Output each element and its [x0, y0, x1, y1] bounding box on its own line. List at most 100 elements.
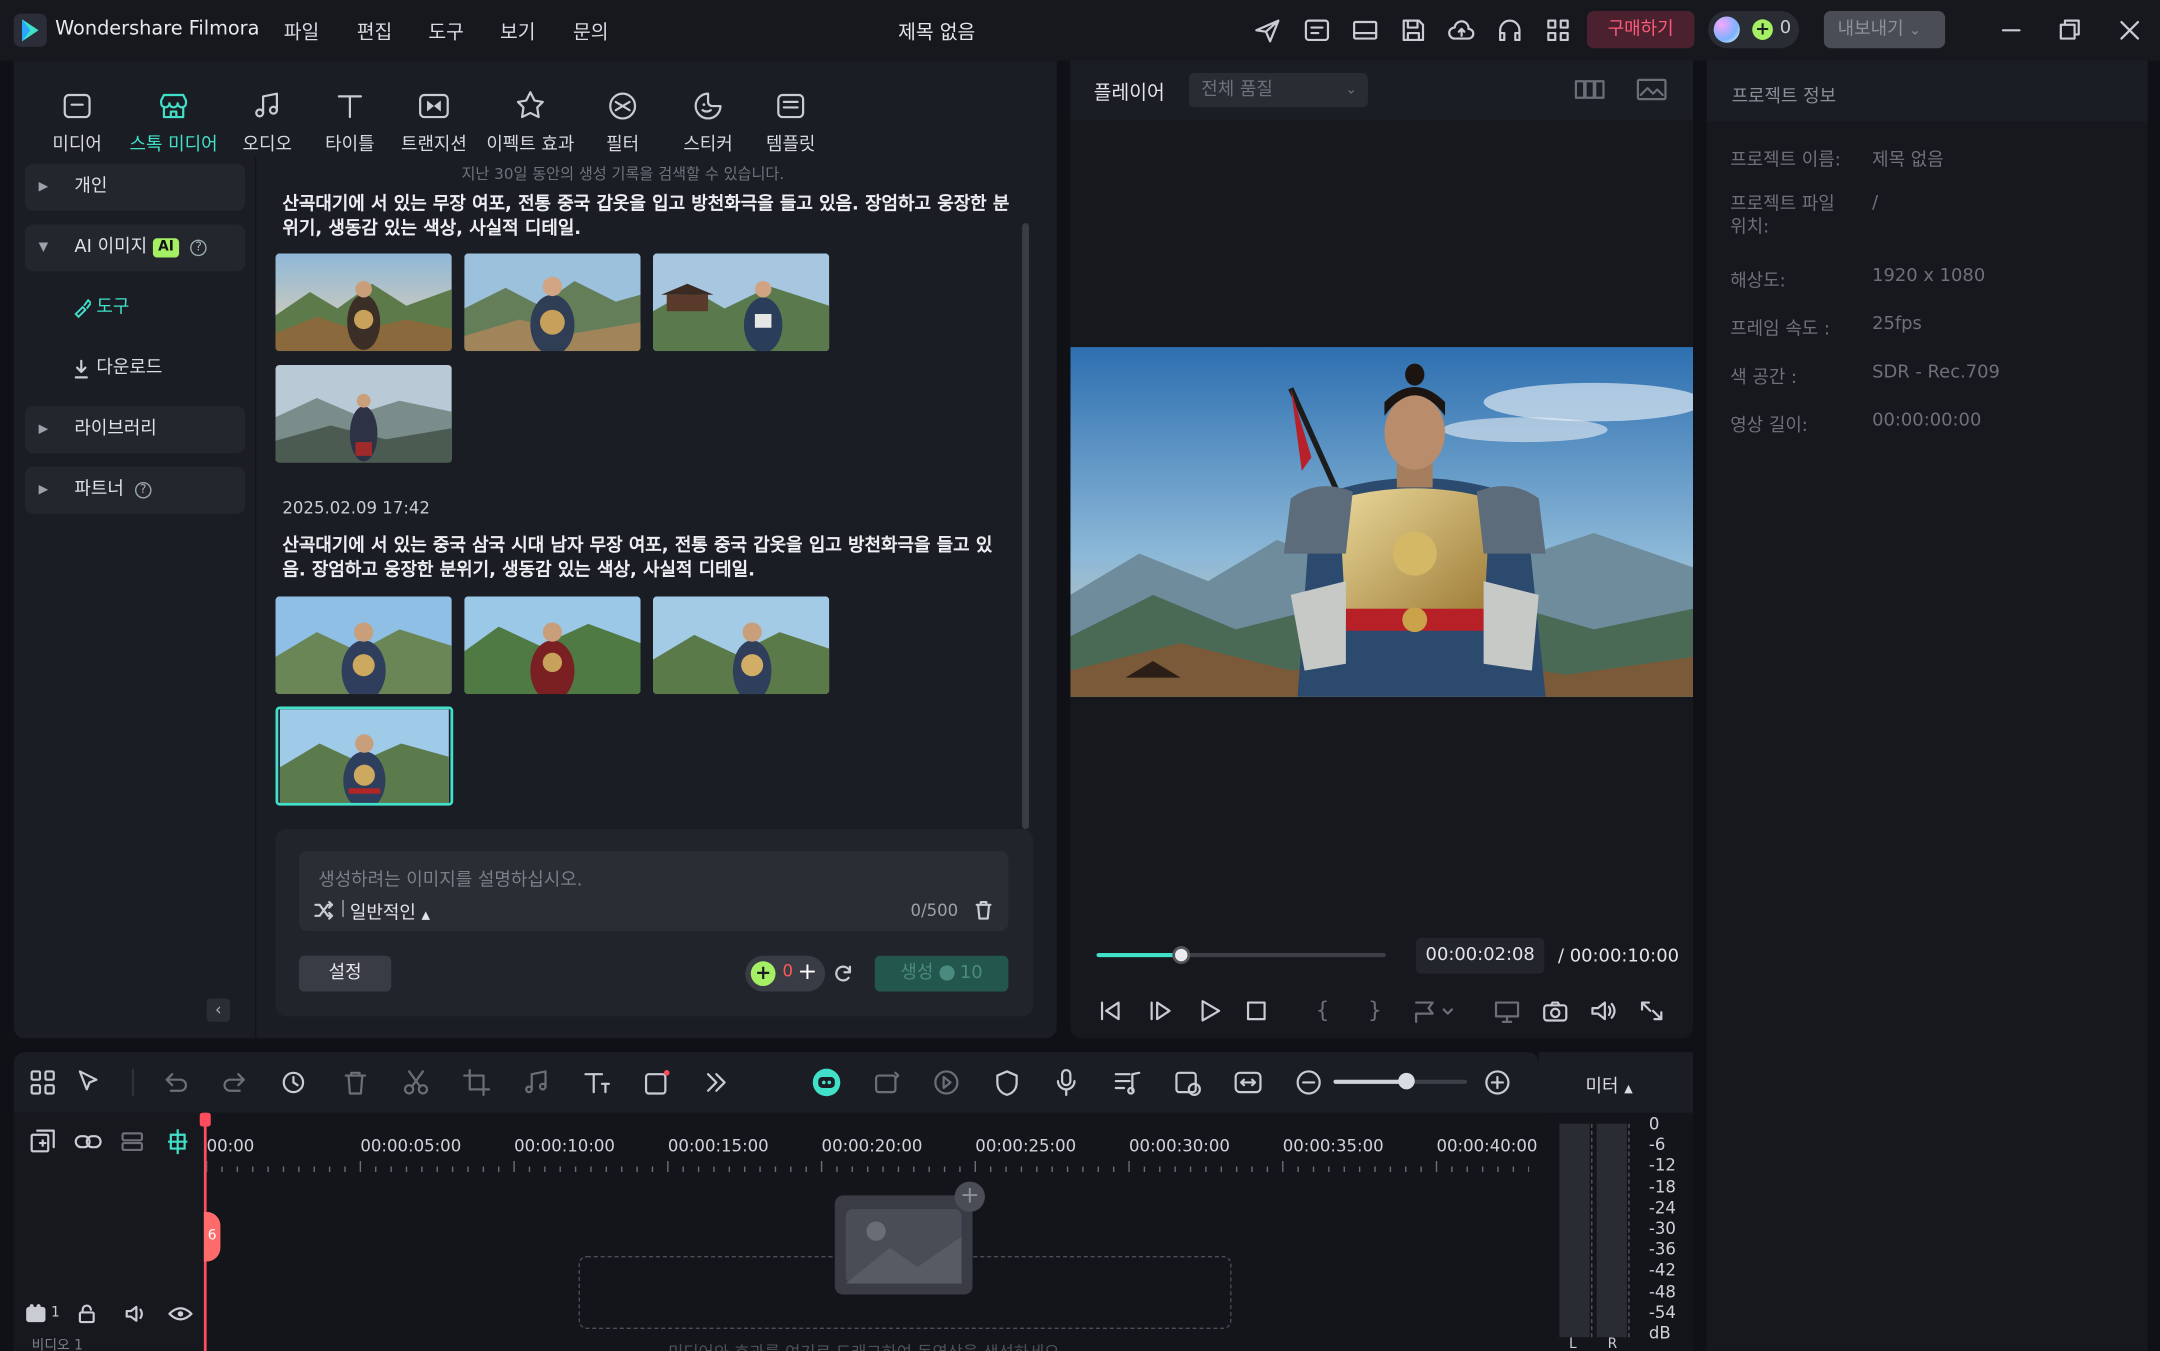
tab-audio[interactable]: 오디오 — [222, 88, 313, 156]
undo-icon[interactable] — [160, 1067, 190, 1097]
nav-download[interactable]: 다운로드 — [25, 346, 245, 393]
nav-personal[interactable]: ▶ 개인 — [24, 163, 246, 211]
meter-dropdown[interactable]: 미터 ▲ — [1586, 1071, 1633, 1098]
settings-button[interactable]: 설정 — [298, 955, 392, 992]
microphone-icon[interactable] — [1051, 1067, 1081, 1097]
shuffle-icon[interactable] — [313, 900, 335, 920]
mute-track-icon[interactable] — [124, 1303, 149, 1325]
prev-frame-icon[interactable] — [1095, 997, 1125, 1025]
play-icon[interactable] — [1194, 997, 1224, 1025]
volume-icon[interactable] — [1588, 997, 1618, 1025]
nav-tools[interactable]: 도구 — [25, 285, 245, 332]
prompt-input[interactable]: 생성하려는 이미지를 설명하십시오. | 일반적인 ▲ 0/500 — [298, 851, 1009, 931]
generate-button[interactable]: 생성 10 — [874, 955, 1009, 992]
select-tool-icon[interactable] — [74, 1067, 104, 1097]
layout-grid-icon[interactable] — [28, 1067, 58, 1097]
menu-help[interactable]: 문의 — [573, 18, 608, 46]
cloud-upload-icon[interactable] — [1445, 14, 1478, 47]
ai-tool-icon[interactable] — [280, 1067, 310, 1097]
auto-reframe-icon[interactable] — [872, 1067, 902, 1097]
mark-out-icon[interactable]: } — [1368, 997, 1382, 1023]
generated-image-thumbnail[interactable] — [275, 364, 452, 463]
more-tools-icon[interactable] — [701, 1067, 731, 1097]
generated-image-thumbnail[interactable] — [652, 253, 830, 352]
audio-edit-icon[interactable] — [521, 1067, 551, 1097]
generated-image-thumbnail[interactable] — [275, 253, 452, 352]
link-icon[interactable] — [73, 1128, 103, 1156]
magnetic-snap-icon[interactable] — [163, 1127, 193, 1157]
quality-dropdown[interactable]: 전체 품질 ⌄ — [1188, 72, 1368, 108]
display-icon[interactable] — [1492, 997, 1522, 1025]
image-view-icon[interactable] — [1635, 76, 1668, 104]
playhead-handle[interactable] — [199, 1112, 211, 1127]
menu-view[interactable]: 보기 — [500, 18, 535, 46]
visibility-icon[interactable] — [168, 1303, 193, 1325]
track-manager-icon[interactable] — [118, 1128, 146, 1156]
add-media-icon[interactable]: + — [954, 1181, 985, 1212]
refresh-icon[interactable] — [831, 961, 856, 986]
menu-file[interactable]: 파일 — [284, 18, 319, 46]
grid-view-icon[interactable] — [1573, 76, 1606, 104]
delete-icon[interactable] — [340, 1067, 370, 1097]
tab-templates[interactable]: 템플릿 — [745, 88, 836, 156]
stop-icon[interactable] — [1241, 997, 1271, 1025]
tab-transitions[interactable]: 트랜지션 — [387, 88, 481, 156]
add-track-icon[interactable] — [29, 1128, 57, 1156]
playback-scrubber[interactable] — [1172, 946, 1191, 965]
tab-stock-media[interactable]: 스톡 미디어 — [125, 88, 221, 156]
snapshot-icon[interactable] — [1540, 997, 1570, 1025]
replace-media-icon[interactable] — [1172, 1067, 1202, 1097]
nav-partner[interactable]: ▶ 파트너? — [24, 466, 246, 514]
shape-tool-icon[interactable] — [642, 1067, 672, 1097]
current-time[interactable]: 00:00:02:08 — [1416, 937, 1545, 974]
audio-mixer-icon[interactable] — [1112, 1067, 1142, 1097]
nav-ai-image[interactable]: ▼ AI 이미지 AI? — [24, 224, 246, 272]
mask-icon[interactable] — [992, 1067, 1022, 1097]
zoom-out-icon[interactable] — [1294, 1067, 1324, 1097]
generated-image-thumbnail[interactable] — [652, 596, 830, 695]
headset-icon[interactable] — [1493, 14, 1526, 47]
redo-icon[interactable] — [220, 1067, 250, 1097]
help-icon[interactable]: ? — [190, 238, 207, 256]
buy-button[interactable]: 구매하기 — [1586, 11, 1695, 49]
crop-icon[interactable] — [461, 1067, 491, 1097]
menu-edit[interactable]: 편집 — [357, 18, 392, 46]
feedback-icon[interactable] — [1300, 14, 1333, 47]
speed-icon[interactable] — [931, 1067, 961, 1097]
tab-stickers[interactable]: 스티커 — [663, 88, 754, 156]
avatar[interactable] — [1713, 16, 1740, 43]
generated-image-thumbnail[interactable] — [464, 253, 641, 352]
zoom-slider[interactable] — [1333, 1072, 1468, 1090]
fit-timeline-icon[interactable] — [1233, 1067, 1263, 1097]
tab-media[interactable]: 미디어 — [32, 88, 123, 156]
help-icon[interactable]: ? — [134, 481, 152, 498]
playback-progress-track[interactable] — [1096, 946, 1386, 965]
fullscreen-icon[interactable] — [1637, 997, 1667, 1025]
minimize-icon[interactable] — [1995, 14, 2028, 47]
close-icon[interactable] — [2113, 14, 2146, 47]
generated-image-thumbnail[interactable] — [275, 596, 452, 695]
add-credit-icon[interactable]: + — [798, 959, 818, 987]
menu-tools[interactable]: 도구 — [428, 18, 463, 46]
ai-assistant-icon[interactable] — [810, 1066, 843, 1099]
send-icon[interactable] — [1251, 14, 1284, 47]
tab-filters[interactable]: 필터 — [580, 88, 665, 156]
credits-badge[interactable]: + 0 — [1708, 11, 1800, 49]
generated-image-thumbnail[interactable] — [464, 596, 641, 695]
layout-icon[interactable] — [1349, 14, 1382, 47]
generated-image-thumbnail-selected[interactable] — [275, 706, 454, 806]
style-selector[interactable]: 일반적인 ▲ — [350, 898, 430, 924]
marker-icon[interactable] — [1411, 997, 1458, 1025]
nav-library[interactable]: ▶ 라이브러리 — [24, 406, 246, 454]
player-tab[interactable]: 플레이어 — [1094, 78, 1165, 106]
apps-grid-icon[interactable] — [1541, 14, 1574, 47]
credit-selector[interactable]: + 0 + — [745, 955, 826, 992]
cut-icon[interactable] — [401, 1067, 431, 1097]
tab-titles[interactable]: 타이틀 — [304, 88, 395, 156]
collapse-panel-button[interactable]: ‹ — [206, 998, 231, 1022]
export-button[interactable]: 내보내기 ⌄ — [1823, 11, 1946, 49]
save-icon[interactable] — [1397, 14, 1430, 47]
text-tool-icon[interactable] — [581, 1067, 611, 1097]
lock-icon[interactable] — [76, 1303, 98, 1325]
zoom-slider-knob[interactable] — [1398, 1072, 1416, 1090]
